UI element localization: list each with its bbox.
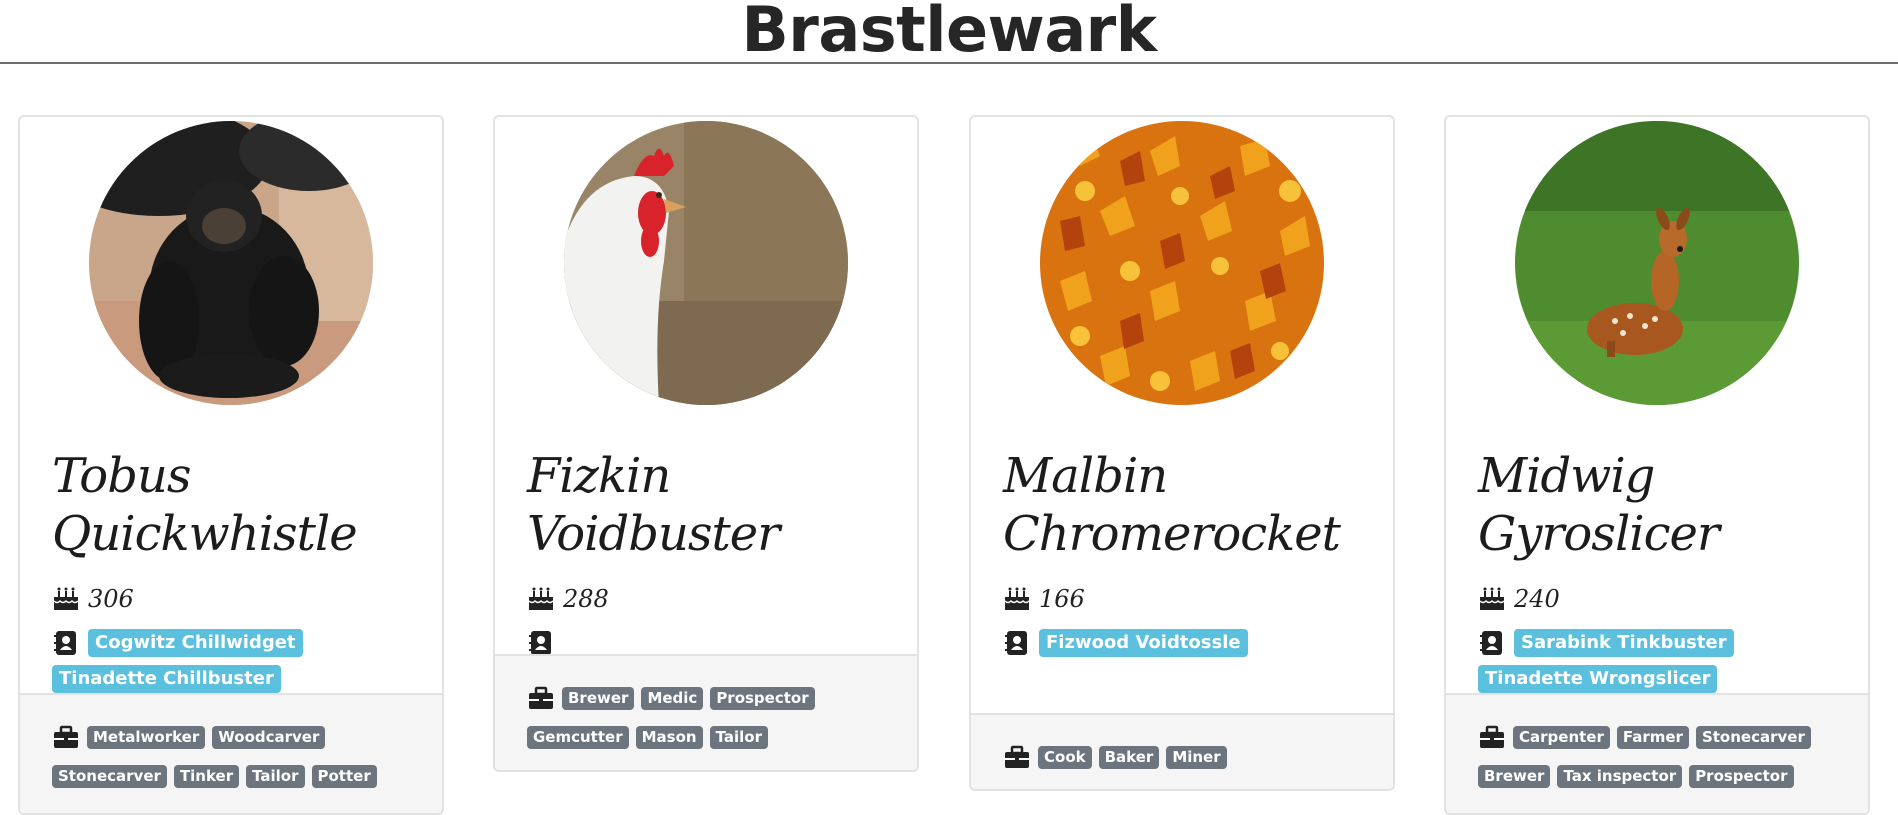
briefcase-icon [527, 684, 555, 712]
briefcase-icon [1478, 723, 1506, 751]
profession-badge: Metalworker [87, 725, 206, 749]
birthday-cake-icon [527, 585, 555, 613]
gnome-age: 240 [1514, 585, 1560, 613]
professions-footer: Cook Baker Miner [971, 713, 1393, 789]
profession-badge: Cook [1038, 745, 1092, 769]
gnome-name: Fizkin Voidbuster [527, 448, 780, 562]
gnome-age: 306 [88, 585, 134, 613]
birthday-cake-icon [1003, 585, 1031, 613]
professions-footer: Brewer Medic Prospector Gemcutter Mason … [495, 654, 917, 770]
address-book-icon [527, 629, 555, 657]
gnome-name: Tobus Quickwhistle [52, 448, 358, 562]
profession-badge: Woodcarver [212, 725, 326, 749]
gnome-card[interactable]: Midwig Gyroslicer 240 Sarabink Tinkbuste… [1444, 115, 1870, 815]
friend-badge[interactable]: Cogwitz Chillwidget [88, 629, 303, 657]
profession-badge: Tax inspector [1557, 765, 1683, 788]
profession-badge: Brewer [562, 686, 635, 710]
friends-row: Fizwood Voidtossle [1003, 629, 1361, 657]
address-book-icon [1478, 629, 1506, 657]
avatar-fawn [1515, 121, 1799, 405]
birthday-cake-icon [1478, 585, 1506, 613]
avatar-chicken [564, 121, 848, 405]
friends-row: Sarabink Tinkbuster Tinadette Wrongslice… [1478, 629, 1836, 693]
gnome-name: Malbin Chromerocket [1003, 448, 1341, 562]
age-row: 306 [52, 585, 410, 613]
friend-badge[interactable]: Fizwood Voidtossle [1039, 629, 1248, 657]
age-row: 288 [527, 585, 885, 613]
gnome-age: 166 [1039, 585, 1085, 613]
profession-badge: Tailor [246, 765, 305, 788]
page-title: Brastlewark [741, 0, 1157, 66]
gnome-name: Midwig Gyroslicer [1478, 448, 1720, 562]
friend-badge[interactable]: Tinadette Chillbuster [52, 665, 281, 693]
profession-badge: Tinker [173, 765, 240, 788]
profession-badge: Medic [641, 686, 704, 710]
friends-row: Cogwitz Chillwidget Tinadette Chillbuste… [52, 629, 410, 693]
professions-footer: Carpenter Farmer Stonecarver Brewer Tax … [1446, 693, 1868, 813]
profession-badge: Baker [1098, 745, 1160, 769]
profession-badge: Tailor [709, 726, 768, 749]
profession-badge: Stonecarver [52, 765, 167, 788]
gnome-card[interactable]: Fizkin Voidbuster 288 Brewer Medic Prosp… [493, 115, 919, 772]
profession-badge: Gemcutter [527, 726, 629, 749]
professions-footer: Metalworker Woodcarver Stonecarver Tinke… [20, 693, 442, 813]
profession-badge: Farmer [1616, 725, 1689, 749]
avatar-autumn-leaves [1040, 121, 1324, 405]
profession-badge: Prospector [1689, 765, 1794, 788]
profession-badge: Mason [635, 726, 703, 749]
age-row: 166 [1003, 585, 1361, 613]
profession-badge: Miner [1166, 745, 1227, 769]
gnome-card[interactable]: Malbin Chromerocket 166 Fizwood Voidtoss… [969, 115, 1395, 791]
age-row: 240 [1478, 585, 1836, 613]
friends-row [527, 629, 885, 657]
profession-badge: Carpenter [1513, 725, 1610, 749]
profession-badge: Stonecarver [1695, 725, 1811, 749]
address-book-icon [52, 629, 80, 657]
birthday-cake-icon [52, 585, 80, 613]
friend-badge[interactable]: Tinadette Wrongslicer [1478, 665, 1718, 693]
gnome-card[interactable]: Tobus Quickwhistle 306 Cogwitz Chillwidg… [18, 115, 444, 815]
address-book-icon [1003, 629, 1031, 657]
avatar-chimpanzee [89, 121, 373, 405]
gnome-age: 288 [563, 585, 609, 613]
profession-badge: Prospector [710, 686, 815, 710]
profession-badge: Brewer [1478, 765, 1551, 788]
friend-badge[interactable]: Sarabink Tinkbuster [1514, 629, 1734, 657]
profession-badge: Potter [311, 765, 377, 788]
page-header: Brastlewark [0, 0, 1898, 64]
briefcase-icon [1003, 743, 1031, 771]
briefcase-icon [52, 723, 80, 751]
